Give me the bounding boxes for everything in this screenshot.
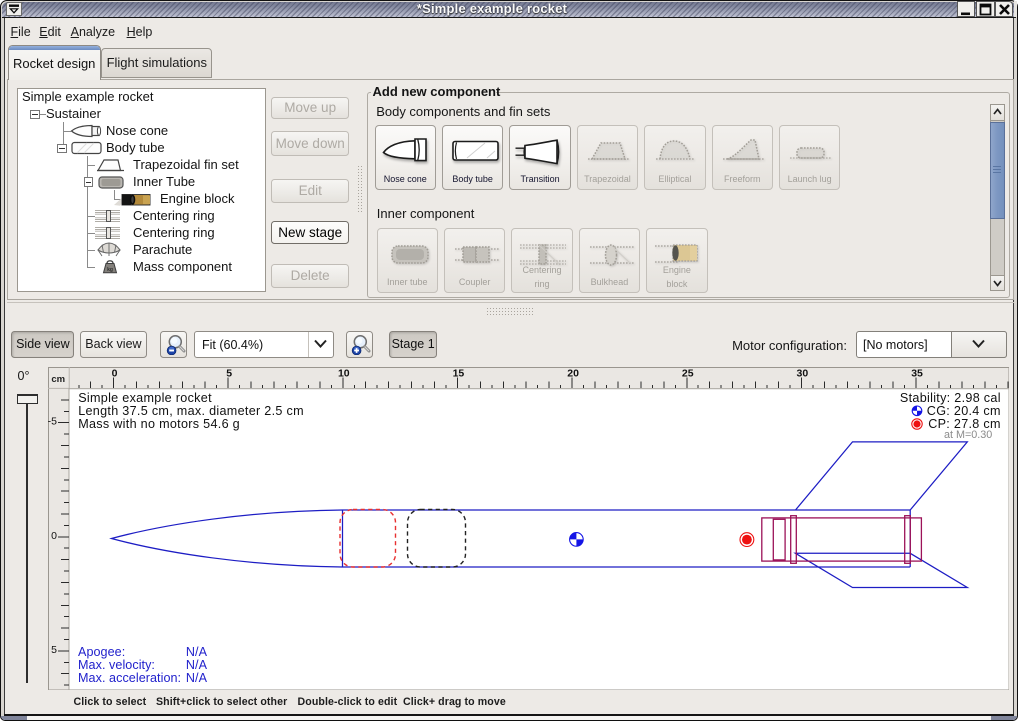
svg-text:Apogee:: Apogee:: [78, 645, 125, 659]
svg-text:10: 10: [337, 367, 349, 379]
svg-text:Stability: 2.98 cal: Stability: 2.98 cal: [899, 390, 1000, 404]
svg-text:5: 5: [51, 643, 57, 655]
svg-text:30: 30: [796, 367, 808, 379]
svg-text:N/A: N/A: [185, 670, 207, 684]
svg-text:25: 25: [681, 367, 693, 379]
svg-text:kg: kg: [107, 267, 113, 273]
svg-text:20: 20: [567, 367, 579, 379]
svg-text:cm: cm: [51, 374, 65, 385]
svg-text:CG: 20.4 cm: CG: 20.4 cm: [926, 404, 1000, 418]
svg-text:Max. acceleration:: Max. acceleration:: [78, 670, 181, 684]
svg-text:-5: -5: [48, 415, 57, 427]
svg-text:15: 15: [452, 367, 464, 379]
svg-text:N/A: N/A: [185, 645, 207, 659]
svg-text:5: 5: [226, 367, 232, 379]
svg-text:at M=0.30: at M=0.30: [943, 429, 991, 441]
svg-text:Simple example rocket: Simple example rocket: [78, 391, 212, 405]
svg-text:0: 0: [51, 529, 57, 541]
svg-text:Length 37.5 cm, max. diameter: Length 37.5 cm, max. diameter 2.5 cm: [78, 404, 304, 418]
svg-text:Max. velocity:: Max. velocity:: [78, 658, 155, 672]
svg-text:Mass with no motors 54.6 g: Mass with no motors 54.6 g: [78, 417, 240, 431]
svg-text:0: 0: [111, 367, 117, 379]
svg-text:35: 35: [911, 367, 923, 379]
svg-text:N/A: N/A: [185, 658, 207, 672]
